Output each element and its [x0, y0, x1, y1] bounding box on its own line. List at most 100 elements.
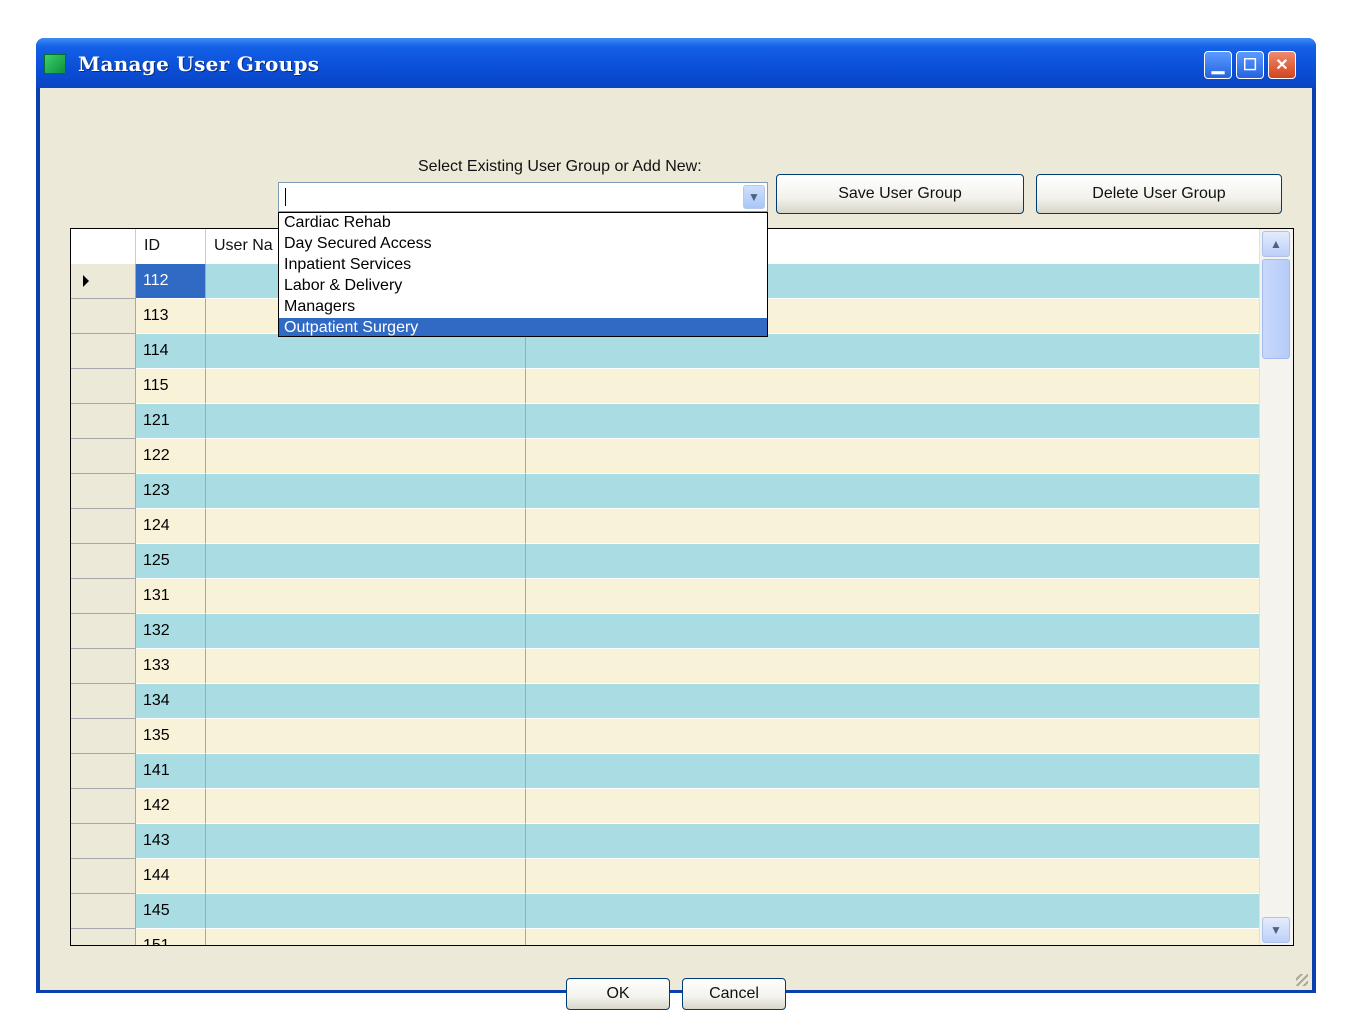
row-header[interactable] — [71, 719, 136, 754]
id-cell[interactable]: 121 — [136, 404, 206, 439]
row-header[interactable] — [71, 509, 136, 544]
row-header[interactable] — [71, 404, 136, 439]
table-row[interactable]: 144 — [71, 859, 1259, 894]
dropdown-item[interactable]: Labor & Delivery — [279, 276, 767, 297]
row-header[interactable] — [71, 789, 136, 824]
row-header[interactable] — [71, 859, 136, 894]
id-cell[interactable]: 112 — [136, 264, 206, 299]
close-icon[interactable]: ✕ — [1268, 51, 1296, 79]
id-cell[interactable]: 142 — [136, 789, 206, 824]
row-header[interactable] — [71, 474, 136, 509]
cancel-button[interactable]: Cancel — [682, 978, 786, 1010]
details-cell[interactable] — [526, 894, 1259, 929]
details-cell[interactable] — [526, 509, 1259, 544]
id-cell[interactable]: 113 — [136, 299, 206, 334]
minimize-icon[interactable]: ▁ — [1204, 51, 1232, 79]
user-name-cell[interactable] — [206, 859, 526, 894]
user-name-cell[interactable] — [206, 929, 526, 945]
table-row[interactable]: 123 — [71, 474, 1259, 509]
column-header-id[interactable]: ID — [136, 229, 206, 264]
chevron-down-icon[interactable]: ▼ — [743, 185, 765, 209]
id-cell[interactable]: 134 — [136, 684, 206, 719]
table-row[interactable]: 131 — [71, 579, 1259, 614]
id-cell[interactable]: 143 — [136, 824, 206, 859]
row-header[interactable] — [71, 334, 136, 369]
table-row[interactable]: 114 — [71, 334, 1259, 369]
table-row[interactable]: 133 — [71, 649, 1259, 684]
table-row[interactable]: 115 — [71, 369, 1259, 404]
id-cell[interactable]: 135 — [136, 719, 206, 754]
table-row[interactable]: 122 — [71, 439, 1259, 474]
dropdown-item[interactable]: Managers — [279, 297, 767, 318]
title-bar[interactable]: Manage User Groups ▁ ☐ ✕ — [36, 38, 1316, 88]
row-header[interactable] — [71, 929, 136, 945]
id-cell[interactable]: 151 — [136, 929, 206, 945]
id-cell[interactable]: 123 — [136, 474, 206, 509]
maximize-icon[interactable]: ☐ — [1236, 51, 1264, 79]
details-cell[interactable] — [526, 439, 1259, 474]
row-header[interactable] — [71, 894, 136, 929]
id-cell[interactable]: 141 — [136, 754, 206, 789]
table-row[interactable]: 151 — [71, 929, 1259, 945]
id-cell[interactable]: 125 — [136, 544, 206, 579]
row-header[interactable] — [71, 544, 136, 579]
table-row[interactable]: 145 — [71, 894, 1259, 929]
table-row[interactable]: 124 — [71, 509, 1259, 544]
row-header[interactable] — [71, 649, 136, 684]
details-cell[interactable] — [526, 929, 1259, 945]
row-header[interactable] — [71, 369, 136, 404]
user-name-cell[interactable] — [206, 649, 526, 684]
user-name-cell[interactable] — [206, 754, 526, 789]
details-cell[interactable] — [526, 474, 1259, 509]
details-cell[interactable] — [526, 719, 1259, 754]
id-cell[interactable]: 132 — [136, 614, 206, 649]
id-cell[interactable]: 124 — [136, 509, 206, 544]
user-name-cell[interactable] — [206, 369, 526, 404]
user-name-cell[interactable] — [206, 404, 526, 439]
id-cell[interactable]: 131 — [136, 579, 206, 614]
details-cell[interactable] — [526, 614, 1259, 649]
user-name-cell[interactable] — [206, 544, 526, 579]
save-user-group-button[interactable]: Save User Group — [776, 174, 1024, 214]
user-name-cell[interactable] — [206, 334, 526, 369]
scroll-down-icon[interactable]: ▼ — [1262, 917, 1290, 943]
id-cell[interactable]: 133 — [136, 649, 206, 684]
table-row[interactable]: 134 — [71, 684, 1259, 719]
details-cell[interactable] — [526, 789, 1259, 824]
details-cell[interactable] — [526, 334, 1259, 369]
row-header[interactable] — [71, 684, 136, 719]
user-group-dropdown-list[interactable]: Cardiac Rehab Day Secured Access Inpatie… — [278, 212, 768, 337]
user-name-cell[interactable] — [206, 579, 526, 614]
user-name-cell[interactable] — [206, 684, 526, 719]
ok-button[interactable]: OK — [566, 978, 670, 1010]
user-name-cell[interactable] — [206, 789, 526, 824]
table-row[interactable]: 142 — [71, 789, 1259, 824]
details-cell[interactable] — [526, 579, 1259, 614]
table-row[interactable]: 121 — [71, 404, 1259, 439]
id-cell[interactable]: 114 — [136, 334, 206, 369]
table-row[interactable]: 135 — [71, 719, 1259, 754]
user-name-cell[interactable] — [206, 719, 526, 754]
delete-user-group-button[interactable]: Delete User Group — [1036, 174, 1282, 214]
user-name-cell[interactable] — [206, 894, 526, 929]
table-row[interactable]: 125 — [71, 544, 1259, 579]
row-header[interactable] — [71, 579, 136, 614]
details-cell[interactable] — [526, 754, 1259, 789]
id-cell[interactable]: 144 — [136, 859, 206, 894]
details-cell[interactable] — [526, 404, 1259, 439]
vertical-scrollbar[interactable]: ▲ ▼ — [1259, 229, 1293, 945]
row-header[interactable] — [71, 754, 136, 789]
details-cell[interactable] — [526, 684, 1259, 719]
id-cell[interactable]: 145 — [136, 894, 206, 929]
row-header[interactable] — [71, 614, 136, 649]
user-name-cell[interactable] — [206, 824, 526, 859]
row-header[interactable] — [71, 299, 136, 334]
details-cell[interactable] — [526, 824, 1259, 859]
id-cell[interactable]: 115 — [136, 369, 206, 404]
table-row[interactable]: 143 — [71, 824, 1259, 859]
row-header[interactable] — [71, 439, 136, 474]
id-cell[interactable]: 122 — [136, 439, 206, 474]
details-cell[interactable] — [526, 369, 1259, 404]
table-row[interactable]: 132 — [71, 614, 1259, 649]
dropdown-item[interactable]: Day Secured Access — [279, 234, 767, 255]
